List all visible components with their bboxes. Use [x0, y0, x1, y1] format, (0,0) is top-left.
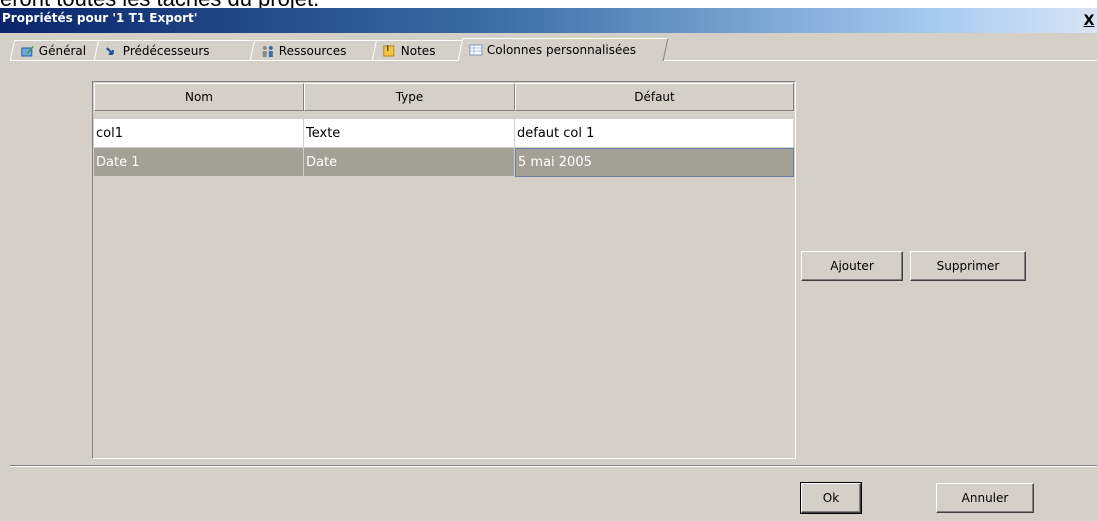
- delete-button[interactable]: Supprimer: [910, 251, 1026, 281]
- cell-name[interactable]: Date 1: [94, 148, 304, 177]
- edit-icon: [21, 45, 34, 56]
- divider-highlight: [10, 466, 1097, 467]
- custom-columns-table: Nom Type Défaut col1 Texte defaut col 1 …: [92, 81, 796, 459]
- people-icon: [262, 45, 273, 57]
- tab-notes[interactable]: Notes: [371, 40, 465, 60]
- add-button[interactable]: Ajouter: [801, 251, 903, 281]
- notes-icon: [383, 44, 395, 56]
- dialog-title: Propriétés pour '1 T1 Export': [2, 11, 198, 25]
- tab-strip: Général Prédécesseurs Ressources Notes C…: [9, 38, 1097, 61]
- column-header-name[interactable]: Nom: [94, 83, 304, 111]
- properties-dialog: Propriétés pour '1 T1 Export' X Général …: [0, 8, 1097, 521]
- background-document-text: éront toutes les tâches du projet.: [0, 0, 319, 11]
- cell-default[interactable]: 5 mai 2005: [515, 148, 794, 177]
- ok-button[interactable]: Ok: [800, 482, 862, 514]
- tab-predecessors[interactable]: Prédécesseurs: [93, 40, 257, 60]
- cell-default[interactable]: defaut col 1: [515, 119, 794, 148]
- tab-predecessors-label: Prédécesseurs: [122, 43, 210, 58]
- table-header: Nom Type Défaut: [94, 83, 794, 111]
- tab-general[interactable]: Général: [9, 40, 101, 60]
- columns-icon: [469, 44, 483, 56]
- close-button[interactable]: X: [1081, 13, 1097, 29]
- cell-type[interactable]: Date: [304, 148, 515, 177]
- column-header-type[interactable]: Type: [304, 83, 515, 111]
- tab-notes-label: Notes: [400, 43, 436, 58]
- column-header-default[interactable]: Défaut: [515, 83, 794, 111]
- tab-resources-label: Ressources: [278, 43, 347, 58]
- arrow-icon: [106, 46, 114, 55]
- cell-type[interactable]: Texte: [304, 119, 515, 148]
- cell-name[interactable]: col1: [94, 119, 304, 148]
- tab-general-label: Général: [38, 43, 87, 58]
- tab-custom-columns[interactable]: Colonnes personnalisées: [457, 38, 669, 61]
- table-row-selected[interactable]: Date 1 Date 5 mai 2005: [94, 148, 794, 177]
- cancel-button[interactable]: Annuler: [936, 483, 1034, 513]
- tab-custom-columns-label: Colonnes personnalisées: [486, 43, 636, 57]
- tab-resources[interactable]: Ressources: [249, 40, 379, 60]
- table-row[interactable]: col1 Texte defaut col 1: [94, 119, 794, 148]
- title-bar[interactable]: Propriétés pour '1 T1 Export' X: [0, 8, 1097, 33]
